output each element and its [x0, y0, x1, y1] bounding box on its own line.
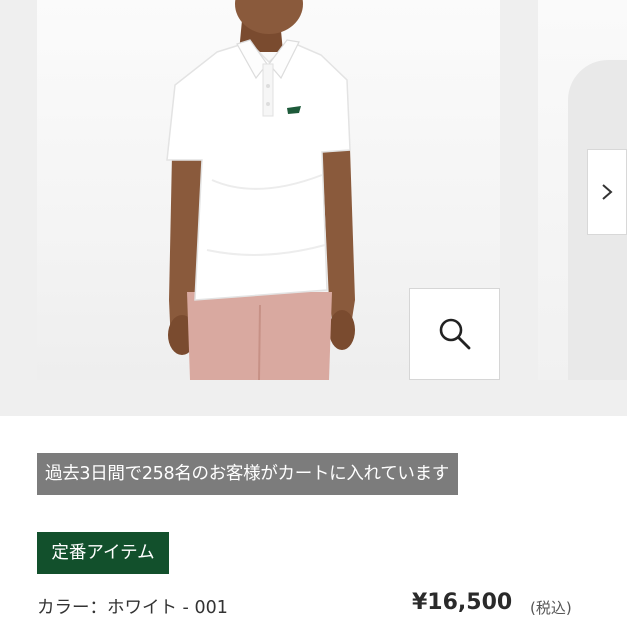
product-price: ¥16,500 [412, 590, 513, 615]
color-label: カラー：ホワイト - 001 [37, 598, 228, 618]
classic-item-badge: 定番アイテム [37, 532, 169, 574]
image-gallery [0, 0, 627, 416]
zoom-button[interactable] [409, 288, 500, 380]
next-image-button[interactable] [587, 149, 627, 235]
chevron-right-icon [602, 184, 613, 200]
cart-activity-notice: 過去3日間で258名のお客様がカートに入れています [37, 453, 459, 495]
magnifier-icon [439, 318, 470, 350]
product-page: 過去3日間で258名のお客様がカートに入れています 定番アイテム カラー：ホワイ… [0, 0, 627, 627]
tax-note: (税込) [530, 599, 572, 617]
